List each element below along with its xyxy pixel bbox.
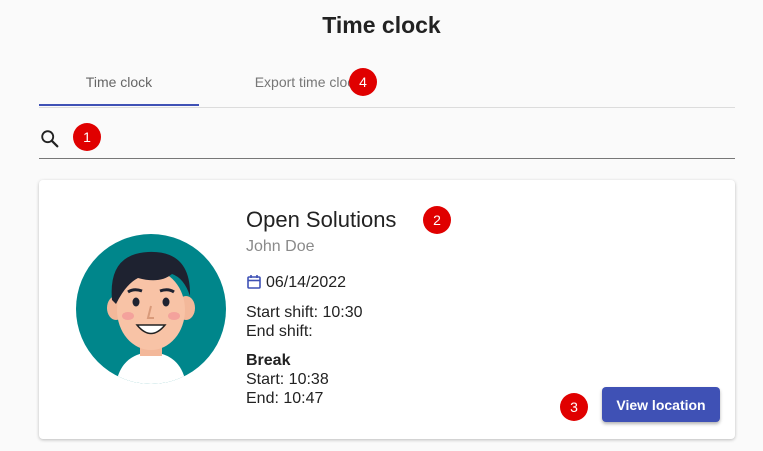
marker-badge-4: 4 [349,68,377,96]
employee-name: John Doe [246,238,315,255]
avatar [76,234,226,384]
end-shift: End shift: [246,323,313,340]
search-input[interactable] [69,126,729,152]
calendar-icon [246,274,262,290]
company-name: Open Solutions [246,207,397,232]
break-start: Start: 10:38 [246,371,329,388]
tab-bar: Time clock Export time clock [39,62,735,108]
marker-badge-2: 2 [423,206,451,234]
search-bar [39,120,735,159]
time-clock-card: Open Solutions John Doe 06/14/2022 Start… [39,180,735,439]
marker-badge-3: 3 [560,393,588,421]
search-icon [39,128,61,150]
active-tab-indicator [39,104,199,106]
tab-time-clock[interactable]: Time clock [39,62,199,106]
page-title: Time clock [322,12,441,38]
start-shift: Start shift: 10:30 [246,304,363,321]
marker-badge-1: 1 [73,123,101,151]
break-title: Break [246,352,291,369]
break-end: End: 10:47 [246,390,324,407]
date-text: 06/14/2022 [266,274,347,291]
view-location-button[interactable]: View location [602,387,720,422]
